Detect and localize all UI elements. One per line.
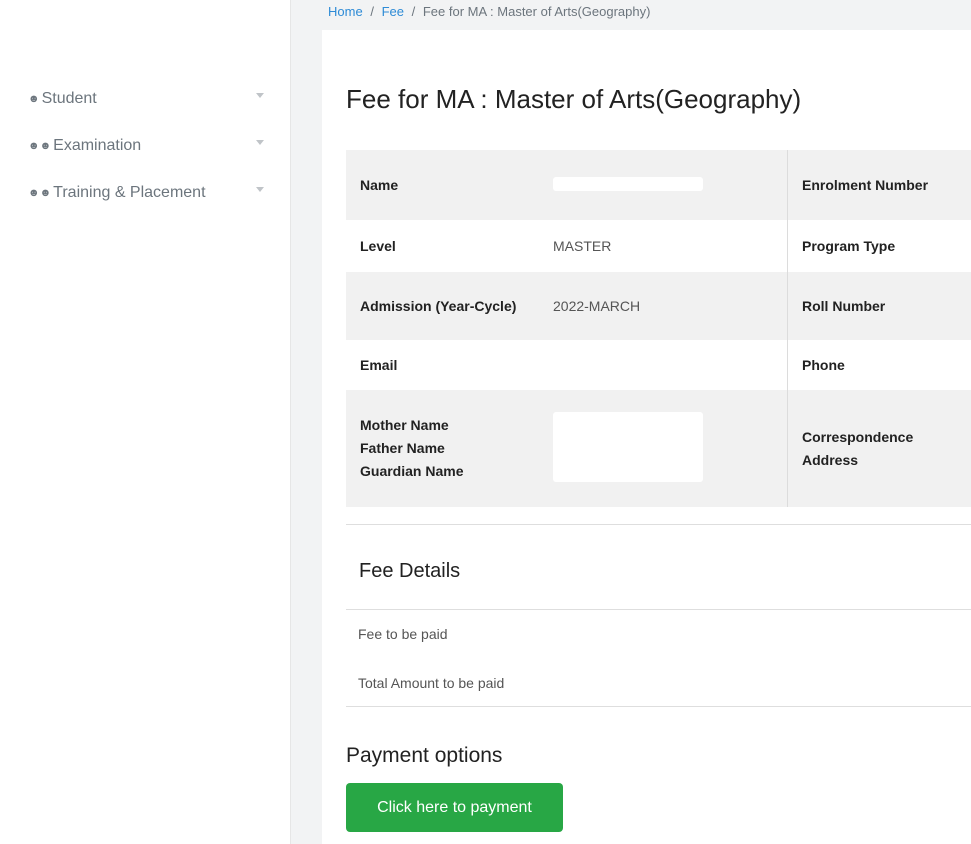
payment-options-title: Payment options xyxy=(346,744,503,767)
divider xyxy=(346,524,971,525)
program-type-label: Program Type xyxy=(787,220,971,272)
parent-names-label: Mother Name Father Name Guardian Name xyxy=(346,390,539,507)
total-amount-label: Total Amount to be paid xyxy=(358,675,505,691)
roll-number-label: Roll Number xyxy=(787,272,971,340)
sidebar-item-label: Training & Placement xyxy=(53,184,206,201)
redacted-name xyxy=(553,176,703,191)
page-title: Fee for MA : Master of Arts(Geography) xyxy=(346,84,802,114)
sidebar-item-student[interactable]: ☻ Student xyxy=(28,87,268,111)
chevron-down-icon xyxy=(256,187,264,192)
sidebar-item-training-placement[interactable]: ☻☻ Training & Placement xyxy=(28,181,268,205)
breadcrumb-current: Fee for MA : Master of Arts(Geography) xyxy=(422,4,651,19)
student-info-table: Name Enrolment Number Level MASTER Progr… xyxy=(346,150,971,507)
breadcrumb-separator: / xyxy=(370,4,374,19)
enrolment-number-label: Enrolment Number xyxy=(787,150,971,220)
breadcrumb: Home / Fee / Fee for MA : Master of Arts… xyxy=(328,4,650,24)
parent-names-value xyxy=(539,390,788,507)
email-value xyxy=(539,340,788,390)
chevron-down-icon xyxy=(256,140,264,145)
user-icon: ☻ xyxy=(28,93,40,105)
phone-label: Phone xyxy=(787,340,971,390)
sidebar-item-label: Student xyxy=(41,90,97,107)
breadcrumb-separator: / xyxy=(411,4,416,19)
breadcrumb-home-link[interactable]: Home xyxy=(328,4,363,19)
fee-details-title: Fee Details xyxy=(359,560,461,582)
admission-label: Admission (Year-Cycle) xyxy=(346,272,539,340)
breadcrumb-fee-link[interactable]: Fee xyxy=(382,4,404,19)
chevron-down-icon xyxy=(256,93,264,98)
correspondence-address-label: Correspondence Address xyxy=(787,390,971,507)
level-label: Level xyxy=(360,238,396,254)
fee-to-be-paid-label: Fee to be paid xyxy=(358,626,448,642)
admission-value: 2022-MARCH xyxy=(539,272,788,340)
table-row: Name Enrolment Number xyxy=(346,150,971,220)
users-icon: ☻☻ xyxy=(28,187,52,199)
email-label: Email xyxy=(360,357,398,373)
sidebar-item-examination[interactable]: ☻☻ Examination xyxy=(28,134,268,158)
table-row: Level MASTER Program Type xyxy=(346,220,971,272)
divider xyxy=(346,706,971,707)
table-row: Mother Name Father Name Guardian Name Co… xyxy=(346,390,971,507)
name-label: Name xyxy=(346,150,539,220)
level-value: MASTER xyxy=(553,238,612,254)
sidebar-item-label: Examination xyxy=(53,137,142,154)
sidebar: ☻ Student ☻☻ Examination ☻☻ Training & P… xyxy=(0,0,291,844)
name-value xyxy=(539,150,788,220)
table-row: Admission (Year-Cycle) 2022-MARCH Roll N… xyxy=(346,272,971,340)
users-icon: ☻☻ xyxy=(28,140,52,152)
redacted-parent-names xyxy=(553,412,703,482)
table-row: Email Phone xyxy=(346,340,971,390)
payment-button[interactable]: Click here to payment xyxy=(346,783,563,832)
divider xyxy=(346,609,971,610)
